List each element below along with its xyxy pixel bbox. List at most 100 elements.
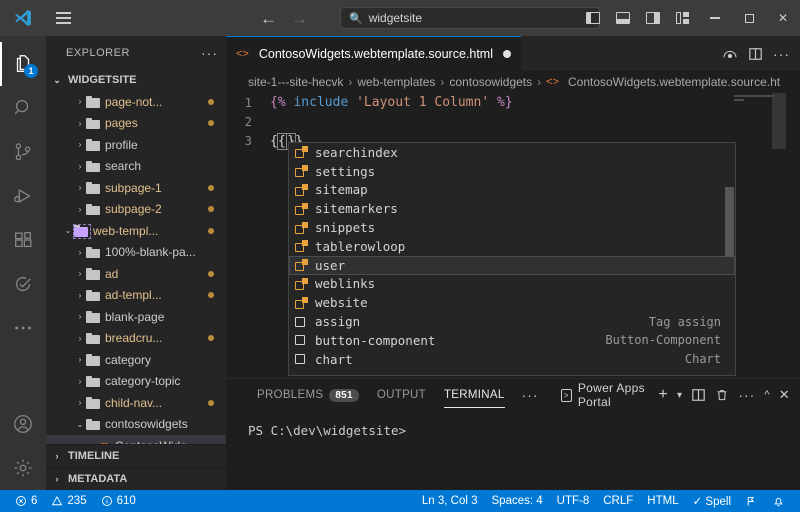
search-input-value: widgetsite	[368, 11, 423, 25]
status-cursor-position[interactable]: Ln 3, Col 3	[415, 490, 485, 512]
remote-window-icon[interactable]	[738, 490, 765, 512]
arrow-left-icon[interactable]: ←	[260, 10, 277, 27]
suggestion-item[interactable]: tablerowloop	[289, 237, 735, 256]
tree-folder-item[interactable]: ⌄ contosowidgets	[46, 414, 226, 436]
field-icon	[295, 277, 308, 290]
tree-folder-item[interactable]: › page-not...	[46, 91, 226, 113]
breadcrumb-item[interactable]: site-1---site-hecvk	[248, 75, 343, 89]
status-warnings[interactable]: 235	[44, 490, 93, 512]
suggestion-dropdown[interactable]: searchindex settings sitemap sitemarkers sni…	[288, 142, 736, 376]
accounts-icon[interactable]	[0, 402, 46, 446]
editor-tab[interactable]: <> ContosoWidgets.webtemplate.source.htm…	[226, 36, 521, 71]
minimize-button[interactable]	[698, 0, 732, 36]
terminal-content[interactable]: PS C:\dev\widgetsite>	[226, 411, 800, 490]
suggestion-item[interactable]: weblinks	[289, 275, 735, 294]
toggle-panel-icon[interactable]	[608, 0, 638, 36]
gear-icon[interactable]	[0, 446, 46, 490]
arrow-right-icon[interactable]: →	[291, 10, 308, 27]
tree-folder-item[interactable]: › child-nav...	[46, 392, 226, 414]
line-number: 1	[244, 95, 252, 110]
maximize-panel-icon[interactable]: ^	[764, 389, 769, 401]
status-infos[interactable]: 610	[94, 490, 143, 512]
suggestion-item[interactable]: chart Chart	[289, 350, 735, 369]
breadcrumb-item[interactable]: ContosoWidgets.webtemplate.source.ht	[568, 75, 780, 89]
code-editor[interactable]: 1 {% include 'Layout 1 Column' %} 2 3 {{…	[226, 93, 800, 378]
tree-file-item[interactable]: <> ContosoWidg	[46, 435, 226, 444]
tree-folder-item[interactable]: › category	[46, 349, 226, 371]
tab-problems[interactable]: PROBLEMS 851	[248, 379, 368, 411]
breadcrumb-item[interactable]: contosowidgets	[449, 75, 532, 89]
toggle-primary-sidebar-icon[interactable]	[578, 0, 608, 36]
suggestion-scrollbar[interactable]	[725, 187, 734, 257]
sidebar-item-source-control[interactable]	[0, 130, 46, 174]
toggle-secondary-sidebar-icon[interactable]	[638, 0, 668, 36]
close-button[interactable]: ✕	[766, 0, 800, 36]
kill-terminal-icon[interactable]	[715, 388, 729, 402]
sidebar-item-search[interactable]	[0, 86, 46, 130]
suggestion-label: sitemap	[315, 182, 368, 198]
status-indentation[interactable]: Spaces: 4	[485, 490, 550, 512]
split-terminal-icon[interactable]	[691, 388, 706, 402]
panel-tabs-overflow-icon[interactable]: ···	[514, 387, 547, 403]
split-editor-icon[interactable]	[748, 47, 763, 61]
metadata-section[interactable]: › METADATA	[46, 467, 226, 490]
sidebar-item-testing[interactable]	[0, 262, 46, 306]
tree-folder-item[interactable]: › search	[46, 156, 226, 178]
tree-folder-item[interactable]: › subpage-1	[46, 177, 226, 199]
tree-folder-item[interactable]: › subpage-2	[46, 199, 226, 221]
tree-folder-item[interactable]: › category-topic	[46, 371, 226, 393]
search-input[interactable]: 🔍 widgetsite	[340, 7, 600, 29]
tree-folder-item[interactable]: › ad-templ...	[46, 285, 226, 307]
suggestion-item[interactable]: website	[289, 293, 735, 312]
minimap[interactable]	[730, 93, 786, 378]
tree-folder-item[interactable]: › profile	[46, 134, 226, 156]
status-eol[interactable]: CRLF	[596, 490, 640, 512]
explorer-more-actions-icon[interactable]: ···	[201, 45, 218, 61]
sidebar-item-more-views[interactable]	[0, 306, 46, 350]
terminal-selector[interactable]: > Power Apps Portal	[560, 381, 659, 409]
suggestion-item[interactable]: snippets	[289, 218, 735, 237]
timeline-section[interactable]: › TIMELINE	[46, 444, 226, 467]
hamburger-menu-icon[interactable]	[46, 0, 80, 36]
suggestion-item[interactable]: sitemarkers	[289, 199, 735, 218]
sidebar-item-run-and-debug[interactable]	[0, 174, 46, 218]
breadcrumb-item[interactable]: web-templates	[357, 75, 435, 89]
suggestion-item[interactable]: searchindex	[289, 143, 735, 162]
file-tree[interactable]: › page-not... › pages › profile › search › subpag…	[46, 91, 226, 444]
terminal-dropdown-icon[interactable]: ▾	[677, 390, 682, 401]
status-encoding[interactable]: UTF-8	[550, 490, 597, 512]
tree-folder-item[interactable]: › 100%-blank-pa...	[46, 242, 226, 264]
tree-folder-item[interactable]: › blank-page	[46, 306, 226, 328]
suggestion-item[interactable]: user	[289, 255, 735, 275]
customize-layout-icon[interactable]	[668, 0, 698, 36]
tree-folder-item[interactable]: › pages	[46, 113, 226, 135]
status-language-mode[interactable]: HTML	[640, 490, 685, 512]
more-actions-icon[interactable]: ···	[773, 46, 790, 62]
panel-more-icon[interactable]: ···	[738, 387, 755, 403]
suggestion-item[interactable]: sitemap	[289, 181, 735, 200]
maximize-button[interactable]	[732, 0, 766, 36]
breadcrumb[interactable]: site-1---site-hecvk › web-templates › contos…	[226, 71, 800, 93]
suggestion-item[interactable]: assign Tag assign	[289, 312, 735, 331]
editor-scrollbar[interactable]	[772, 93, 786, 378]
status-errors[interactable]: 6	[8, 490, 44, 512]
tab-terminal[interactable]: TERMINAL	[435, 379, 514, 411]
new-terminal-icon[interactable]: +	[658, 386, 668, 404]
status-spell-checker[interactable]: ✓ Spell	[686, 490, 738, 512]
suggestion-item[interactable]: settings	[289, 162, 735, 181]
workspace-section-header[interactable]: ⌄ WIDGETSITE	[46, 70, 226, 91]
tree-folder-item[interactable]: › breadcru...	[46, 328, 226, 350]
suggestion-list[interactable]: searchindex settings sitemap sitemarkers sni…	[289, 143, 735, 369]
close-panel-icon[interactable]: ✕	[779, 387, 790, 403]
chevron-down-icon: ⌄	[76, 419, 84, 429]
suggestion-item[interactable]: button-component Button-Component	[289, 331, 735, 350]
tree-folder-item[interactable]: › ad	[46, 263, 226, 285]
suggestion-detail: Chart	[684, 352, 721, 367]
tree-folder-item[interactable]: ⌄ web-templ...	[46, 220, 226, 242]
open-preview-icon[interactable]	[722, 46, 738, 62]
tab-output[interactable]: OUTPUT	[368, 379, 435, 411]
sidebar-item-explorer[interactable]: 1	[0, 42, 46, 86]
sidebar-item-extensions[interactable]	[0, 218, 46, 262]
notifications-bell-icon[interactable]	[765, 490, 792, 512]
errors-count: 6	[31, 495, 38, 507]
